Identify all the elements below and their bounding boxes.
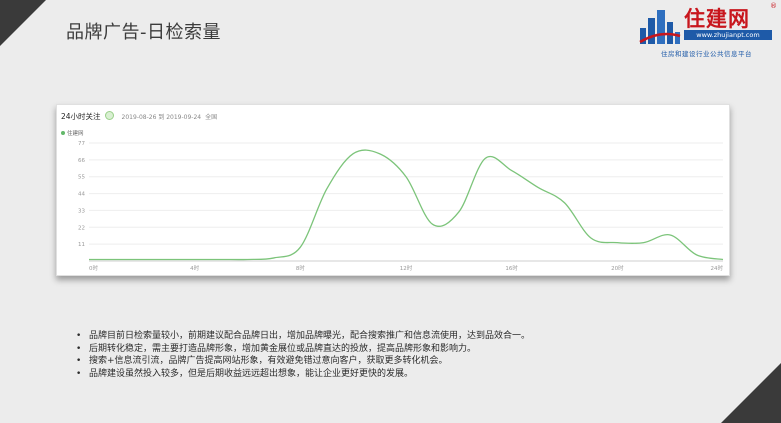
chart-card: 11 22 33 44 55 66 77 0时 4时 8时 12时 16时 20时 24时 24小时关注 2… bbox=[56, 104, 730, 276]
region-label: 全国 bbox=[205, 114, 218, 121]
date-range: 2019-08-26 到 2019-09-24 bbox=[121, 114, 202, 121]
bullet-item: 后期转化稳定，需主要打造品牌形象，增加黄金展位或品牌直达的投放，提高品牌形象和影… bbox=[76, 343, 530, 356]
corner-decoration-top-left bbox=[0, 0, 46, 46]
chart-legend: 住建网 bbox=[61, 129, 84, 137]
line-chart: 11 22 33 44 55 66 77 0时 4时 8时 12时 16时 20时 24时 bbox=[78, 141, 724, 272]
brand-logo: 住建网 ® www.zhujianpt.com 住房和建设行业公共信息平台 bbox=[634, 2, 779, 60]
bullet-item: 搜索+信息流引流，品牌广告提高网站形象，有效避免错过意向客户，获取更多转化机会。 bbox=[76, 355, 530, 368]
y-tick-label: 33 bbox=[78, 208, 85, 214]
y-tick-label: 22 bbox=[78, 225, 85, 231]
x-tick-label: 8时 bbox=[296, 264, 305, 272]
y-tick-label: 11 bbox=[78, 242, 85, 248]
slide-title: 品牌广告-日检索量 bbox=[66, 22, 221, 43]
bullet-item: 品牌目前日检索量较小，前期建议配合品牌日出，增加品牌曝光，配合搜索推广和信息流使… bbox=[76, 330, 530, 343]
y-tick-label: 77 bbox=[78, 141, 85, 147]
x-tick-label: 12时 bbox=[400, 264, 413, 272]
logo-name: 住建网 bbox=[684, 6, 750, 31]
x-tick-label: 20时 bbox=[611, 264, 624, 272]
logo-tagline: 住房和建设行业公共信息平台 bbox=[661, 50, 752, 58]
x-tick-label: 0时 bbox=[89, 264, 98, 272]
chart-header-title: 24小时关注 bbox=[61, 112, 101, 121]
logo-url: www.zhujianpt.com bbox=[684, 30, 772, 40]
chart-header: 24小时关注 2019-08-26 到 2019-09-24 全国 bbox=[61, 111, 217, 123]
y-tick-label: 66 bbox=[78, 158, 85, 164]
x-tick-label: 24时 bbox=[711, 264, 724, 272]
legend-label: 住建网 bbox=[67, 131, 84, 137]
x-tick-label: 16时 bbox=[505, 264, 518, 272]
y-tick-label: 44 bbox=[78, 192, 85, 198]
x-tick-label: 4时 bbox=[190, 264, 199, 272]
y-tick-label: 55 bbox=[78, 175, 85, 181]
corner-decoration-bottom-right bbox=[721, 363, 781, 423]
logo-registered-mark: ® bbox=[770, 2, 777, 10]
bullet-list: 品牌目前日检索量较小，前期建议配合品牌日出，增加品牌曝光，配合搜索推广和信息流使… bbox=[76, 330, 530, 380]
building-logo-icon bbox=[639, 10, 681, 44]
legend-marker-icon bbox=[61, 131, 65, 135]
series-line bbox=[88, 149, 724, 261]
info-dot-icon bbox=[104, 111, 114, 120]
bullet-item: 品牌建设虽然投入较多，但是后期收益远远超出想象，能让企业更好更快的发展。 bbox=[76, 368, 530, 381]
